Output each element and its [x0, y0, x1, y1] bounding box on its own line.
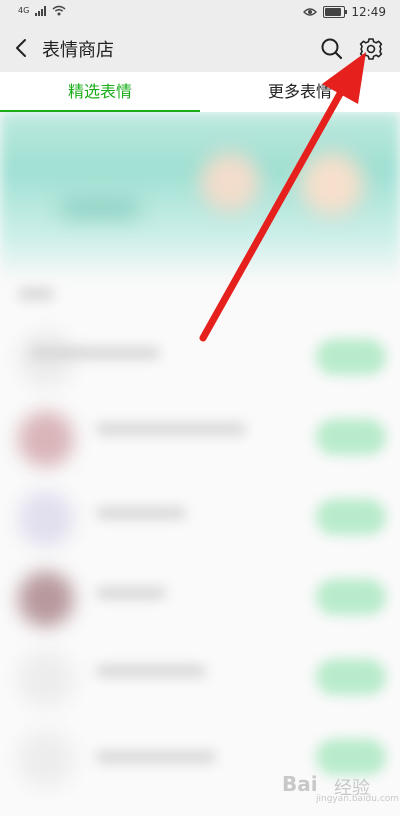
tab-featured-stickers[interactable]: 精选表情: [0, 72, 200, 112]
sticker-store-content: [0, 112, 400, 816]
add-sticker-button[interactable]: [316, 339, 386, 375]
header-bar: 表情商店: [0, 26, 400, 72]
sticker-thumbnail: [18, 571, 74, 627]
sticker-thumbnail: [18, 331, 74, 387]
sticker-name: [96, 423, 246, 435]
settings-button[interactable]: [357, 35, 385, 63]
battery-level: [325, 8, 341, 16]
status-right: 12:49: [303, 5, 386, 19]
sticker-thumbnail: [18, 651, 74, 707]
watermark-url: jingyan.baidu.com: [316, 794, 400, 804]
add-sticker-button[interactable]: [316, 659, 386, 695]
tab-more-stickers[interactable]: 更多表情: [200, 72, 400, 112]
banner-image: [200, 152, 260, 212]
status-time: 12:49: [351, 5, 386, 19]
page-title: 表情商店: [42, 40, 114, 61]
sticker-name: [96, 665, 206, 677]
search-button[interactable]: [318, 35, 346, 63]
list-item[interactable]: [0, 477, 400, 557]
add-sticker-button[interactable]: [316, 579, 386, 615]
section-heading: [18, 288, 54, 300]
tab-more-label: 更多表情: [267, 82, 332, 101]
signal-icon: [35, 5, 47, 16]
watermark-brand: Bai: [282, 772, 318, 796]
settings-gear-icon: [359, 38, 383, 60]
sticker-name: [96, 751, 216, 763]
sticker-name: [96, 587, 166, 599]
watermark: Bai 经验 jingyan.baidu.com: [282, 768, 399, 808]
back-arrow-icon: [16, 39, 26, 57]
add-sticker-button[interactable]: [316, 419, 386, 455]
search-icon: [321, 38, 343, 60]
tab-featured-label: 精选表情: [67, 82, 132, 101]
wifi-icon: [52, 5, 66, 16]
eye-icon: [303, 8, 318, 16]
list-item[interactable]: [0, 557, 400, 637]
sticker-name: [30, 347, 160, 359]
add-sticker-button[interactable]: [316, 499, 386, 535]
network-type-label: 4G: [18, 5, 30, 15]
sticker-name: [96, 507, 186, 519]
sticker-thumbnail: [18, 731, 74, 787]
list-item[interactable]: [0, 317, 400, 397]
sticker-thumbnail: [18, 491, 74, 547]
sticker-thumbnail: [18, 411, 74, 467]
status-bar: 4G 12:49: [0, 0, 400, 26]
list-item[interactable]: [0, 397, 400, 477]
battery-icon: [323, 6, 348, 18]
back-button[interactable]: [10, 36, 34, 60]
status-left: 4G: [18, 5, 66, 16]
list-item[interactable]: [0, 637, 400, 717]
banner-text: [60, 198, 140, 218]
banner-image: [300, 152, 364, 216]
tab-bar: 精选表情 更多表情: [0, 72, 400, 112]
